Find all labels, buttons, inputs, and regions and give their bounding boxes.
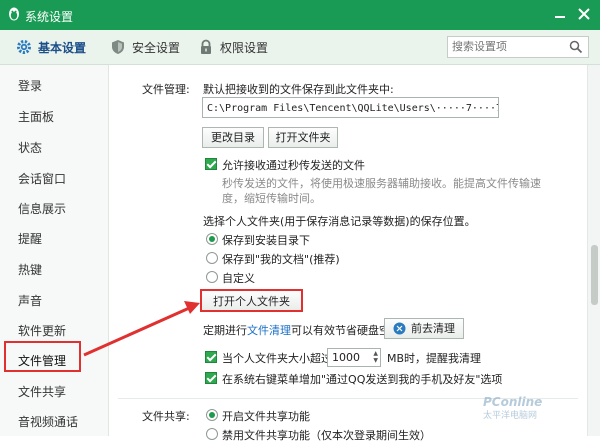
watermark-brand: PConline — [483, 395, 543, 409]
watermark-subtitle: 太平洋电脑网 — [483, 411, 538, 421]
watermark-logo: PConline 太平洋电脑网 — [483, 395, 542, 421]
annotation-arrow — [83, 301, 200, 357]
